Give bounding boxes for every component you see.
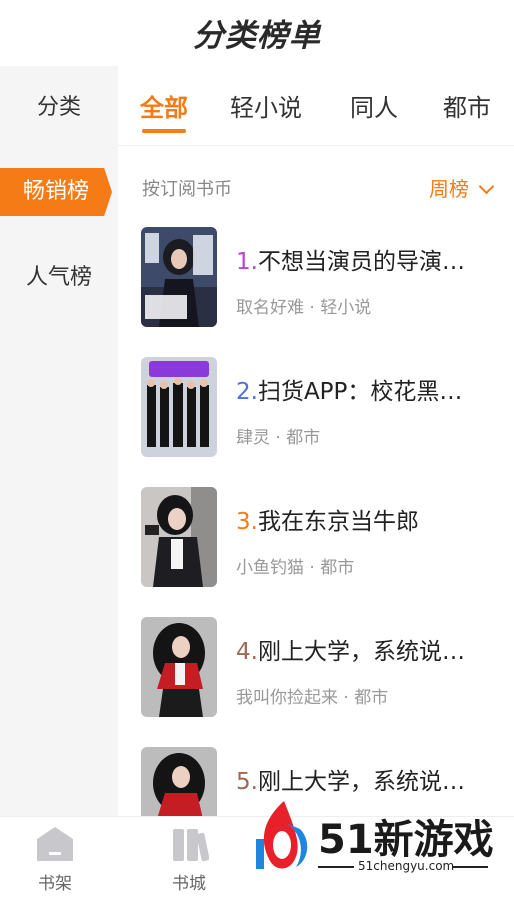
book-title: 2.扫货APP：校花黑…: [236, 372, 494, 406]
sidebar-item-popularity[interactable]: 人气榜: [0, 254, 118, 302]
tab-bookstore-label: 书城: [172, 874, 206, 894]
list-item[interactable]: 3.我在东京当牛郎 小鱼钓猫 · 都市: [118, 478, 514, 598]
sort-criteria-label: 按订阅书币: [142, 179, 232, 200]
sidebar-item-bestseller[interactable]: 畅销榜: [0, 168, 112, 216]
book-title: 1.不想当演员的导演…: [236, 242, 494, 276]
book-rank: 1.: [236, 249, 258, 275]
watermark-rule-right: [452, 866, 488, 868]
book-cover: [141, 357, 217, 457]
book-title-text: 刚上大学，系统说…: [257, 639, 465, 665]
book-title-text: 刚上大学，系统说…: [257, 769, 465, 795]
watermark: 51新游戏 51chengyu.com: [252, 797, 514, 887]
list-item[interactable]: 2.扫货APP：校花黑… 肆灵 · 都市: [118, 348, 514, 468]
watermark-brand: 51新游戏: [318, 817, 494, 863]
tab-bookshelf-label: 书架: [38, 874, 72, 894]
tab-bookstore[interactable]: 书城: [149, 825, 229, 894]
book-cover: [141, 617, 217, 717]
book-meta: 肆灵 · 都市: [236, 428, 321, 448]
header: 分类榜单: [0, 0, 514, 66]
book-meta: 取名好难 · 轻小说: [236, 298, 372, 318]
book-title-text: 不想当演员的导演…: [257, 249, 465, 275]
watermark-logo-icon: [256, 801, 308, 869]
bookstore-icon: [173, 829, 209, 862]
page-title: 分类榜单: [193, 18, 321, 54]
list-item[interactable]: 1.不想当演员的导演… 取名好难 · 轻小说: [118, 218, 514, 338]
book-rank: 2.: [236, 379, 258, 405]
book-rank: 5.: [236, 769, 258, 795]
book-rank: 4.: [236, 639, 258, 665]
chevron-down-icon: [478, 178, 495, 195]
tab-bookshelf[interactable]: 书架: [15, 825, 95, 894]
book-title-text: 扫货APP：校花黑…: [257, 379, 463, 405]
watermark-rule-left: [318, 866, 354, 868]
tab-fan-fiction[interactable]: 同人: [350, 88, 398, 123]
tab-all[interactable]: 全部: [140, 88, 188, 123]
book-meta: 小鱼钓猫 · 都市: [236, 558, 355, 578]
sidebar-item-category[interactable]: 分类: [0, 84, 118, 132]
book-title: 4.刚上大学，系统说…: [236, 632, 494, 666]
ranking-list: 1.不想当演员的导演… 取名好难 · 轻小说 2.扫货APP：校花黑… 肆灵 ·…: [118, 218, 514, 816]
tab-light-novel[interactable]: 轻小说: [230, 88, 302, 123]
category-sidebar: 分类 畅销榜 人气榜: [0, 66, 118, 816]
period-label: 周榜: [429, 177, 469, 201]
genre-tabs: 全部 轻小说 同人 都市: [118, 66, 514, 146]
watermark-site: 51chengyu.com: [358, 859, 455, 873]
book-cover: [141, 487, 217, 587]
book-title: 3.我在东京当牛郎: [236, 502, 494, 536]
book-title: 5.刚上大学，系统说…: [236, 762, 494, 796]
tab-active-indicator: [142, 129, 186, 133]
period-dropdown[interactable]: 周榜: [429, 173, 495, 202]
book-cover: [141, 227, 217, 327]
book-cover: [141, 747, 217, 816]
book-title-text: 我在东京当牛郎: [257, 509, 419, 535]
list-item[interactable]: 4.刚上大学，系统说… 我叫你捡起来 · 都市: [118, 608, 514, 728]
sort-bar: 按订阅书币 周榜: [118, 148, 514, 218]
tab-urban[interactable]: 都市: [443, 88, 491, 123]
bookshelf-icon: [37, 827, 73, 861]
book-meta: 我叫你捡起来 · 都市: [236, 688, 389, 708]
book-rank: 3.: [236, 509, 258, 535]
